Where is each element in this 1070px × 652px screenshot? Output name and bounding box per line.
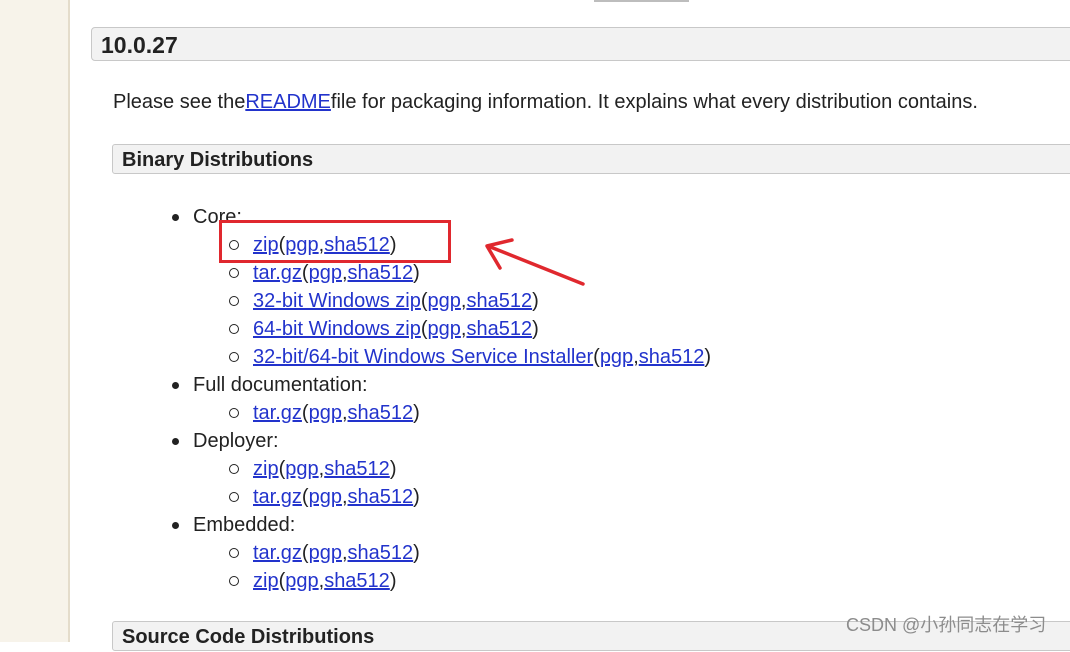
paren-close: ): [413, 262, 420, 284]
dist-item: zip(pgp,sha512): [229, 455, 711, 483]
dist-sub-list: tar.gz(pgp,sha512): [193, 399, 711, 427]
paren-open: (: [301, 402, 309, 424]
download-link[interactable]: 32-bit/64-bit Windows Service Installer: [253, 346, 593, 368]
dist-item: tar.gz(pgp,sha512): [229, 259, 711, 287]
dist-group-label: Embedded:: [193, 514, 296, 536]
paren-close: ): [704, 346, 712, 368]
pgp-link[interactable]: pgp: [285, 570, 318, 592]
pgp-link[interactable]: pgp: [309, 402, 342, 424]
dist-group: Full documentation: tar.gz(pgp,sha512): [172, 371, 711, 427]
pgp-link[interactable]: pgp: [285, 458, 318, 480]
paren-close: ): [389, 570, 397, 592]
download-link[interactable]: zip: [253, 458, 279, 480]
dist-item: tar.gz(pgp,sha512): [229, 483, 711, 511]
download-link[interactable]: tar.gz: [253, 262, 302, 284]
pgp-link[interactable]: pgp: [309, 486, 342, 508]
pgp-link[interactable]: pgp: [428, 318, 461, 340]
paren-open: (: [301, 262, 309, 284]
pgp-link[interactable]: pgp: [309, 262, 342, 284]
annotation-highlight-box: [219, 220, 451, 263]
pgp-link[interactable]: pgp: [309, 542, 342, 564]
dist-group-label: Deployer:: [193, 430, 279, 452]
csdn-watermark: CSDN @小孙同志在学习: [846, 615, 1047, 635]
dist-group: Deployer: zip(pgp,sha512) tar.gz(pgp,sha51…: [172, 427, 711, 511]
sha512-link[interactable]: sha512: [348, 542, 414, 564]
paren-close: ): [413, 542, 420, 564]
paren-close: ): [413, 486, 420, 508]
paren-open: (: [593, 346, 600, 368]
top-divider: [594, 0, 689, 2]
download-link[interactable]: zip: [253, 570, 279, 592]
paren-close: ): [532, 290, 539, 312]
version-title: 10.0.27: [91, 27, 1070, 61]
dist-sub-list: zip(pgp,sha512) tar.gz(pgp,sha512): [193, 455, 711, 511]
dist-item: tar.gz(pgp,sha512): [229, 399, 711, 427]
download-link[interactable]: tar.gz: [253, 542, 302, 564]
paren-close: ): [389, 458, 397, 480]
readme-link[interactable]: README: [245, 91, 331, 113]
dist-item: tar.gz(pgp,sha512): [229, 539, 711, 567]
left-sidebar-strip: [0, 0, 70, 642]
dist-item: 32-bit/64-bit Windows Service Installer(…: [229, 343, 711, 371]
intro-before: Please see the: [113, 91, 246, 113]
download-link[interactable]: tar.gz: [253, 402, 302, 424]
download-link[interactable]: 32-bit Windows zip: [253, 290, 421, 312]
dist-item: zip(pgp,sha512): [229, 567, 711, 595]
download-link[interactable]: tar.gz: [253, 486, 302, 508]
paren-open: (: [301, 542, 309, 564]
dist-sub-list: tar.gz(pgp,sha512) zip(pgp,sha512): [193, 539, 711, 595]
paren-open: (: [301, 486, 309, 508]
sha512-link[interactable]: sha512: [348, 402, 414, 424]
intro-text: Please see theREADMEfile for packaging i…: [113, 88, 978, 116]
dist-item: 32-bit Windows zip(pgp,sha512): [229, 287, 711, 315]
paren-close: ): [532, 318, 539, 340]
sha512-link[interactable]: sha512: [324, 458, 390, 480]
paren-open: (: [420, 318, 428, 340]
sha512-link[interactable]: sha512: [348, 486, 414, 508]
dist-group: Embedded: tar.gz(pgp,sha512) zip(pgp,sha51…: [172, 511, 711, 595]
binary-distributions-header: Binary Distributions: [112, 144, 1070, 174]
sha512-link[interactable]: sha512: [466, 318, 532, 340]
pgp-link[interactable]: pgp: [600, 346, 633, 368]
sha512-link[interactable]: sha512: [324, 570, 390, 592]
sha512-link[interactable]: sha512: [348, 262, 414, 284]
annotation-arrow-icon: [485, 238, 585, 286]
pgp-link[interactable]: pgp: [428, 290, 461, 312]
sha512-link[interactable]: sha512: [639, 346, 705, 368]
paren-close: ): [413, 402, 420, 424]
dist-item: 64-bit Windows zip(pgp,sha512): [229, 315, 711, 343]
intro-after: file for packaging information. It expla…: [330, 91, 978, 113]
dist-group-label: Full documentation:: [193, 374, 368, 396]
sha512-link[interactable]: sha512: [466, 290, 532, 312]
download-link[interactable]: 64-bit Windows zip: [253, 318, 421, 340]
paren-open: (: [420, 290, 428, 312]
